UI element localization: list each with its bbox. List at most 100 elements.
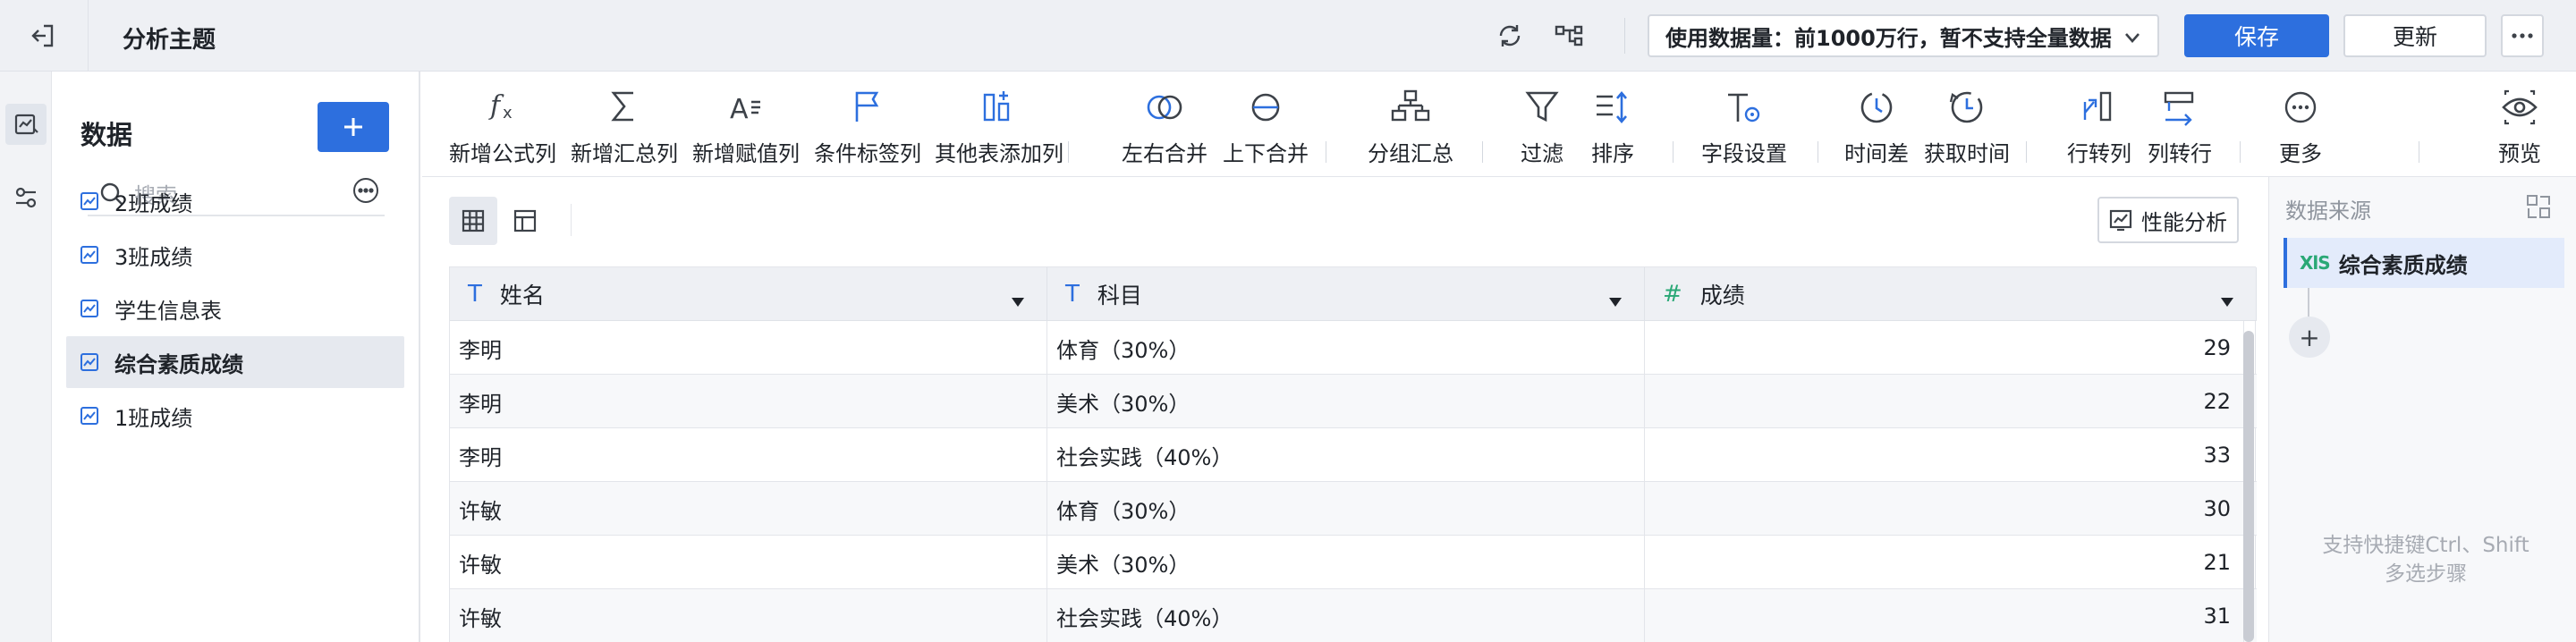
chevron-down-icon (2122, 27, 2143, 54)
column-header[interactable]: T 科目 (1047, 267, 1645, 321)
data-usage-select[interactable]: 使用数据量：前1000万行，暂不支持全量数据 (1648, 14, 2159, 57)
caret-down-icon[interactable] (2220, 287, 2234, 313)
top-bar: 分析主题 使用数据量：前1000万行，暂不支持全量数据 保存 更新 (0, 0, 2576, 72)
field-settings-icon (1721, 84, 1767, 131)
flag-icon (844, 84, 891, 131)
rail-data-tab[interactable] (5, 104, 47, 145)
tool-label: 新增赋值列 (692, 141, 800, 166)
chart-icon (2109, 208, 2132, 232)
tool-flag-button[interactable]: 条件标签列 (801, 84, 935, 173)
tool-preview-button[interactable]: 预览 (2453, 84, 2576, 173)
plus-icon (344, 118, 362, 136)
step-connector (2308, 288, 2309, 317)
operation-toolbar: f x 新增公式列 新增汇总列 A 新增赋值列 条件标签列 其他表添加列 左右合并 上下合并 分组汇… (422, 72, 2576, 177)
tool-more-button[interactable]: 更多 (2233, 84, 2368, 173)
tool-label: 新增公式列 (449, 141, 556, 166)
tool-col-to-row-button[interactable]: 列转行 (2113, 84, 2247, 173)
data-grid: T 姓名 T 科目 # 成绩 李明 体育（30%） 29 李明 美术（30%） 22 李明 社会实践（4… (449, 266, 2257, 642)
more-icon (2277, 84, 2324, 131)
page-title: 分析主题 (123, 27, 216, 54)
dataset-item-label: 综合素质成绩 (114, 351, 243, 377)
dataset-item-label: 2班成绩 (114, 190, 193, 216)
tool-label: 条件标签列 (814, 141, 921, 166)
panel-title: 数据 (80, 120, 133, 150)
caret-down-icon[interactable] (1011, 287, 1025, 313)
table-row[interactable]: 许敏 社会实践（40%） 31 (450, 589, 2257, 642)
toolbar-separator (2240, 141, 2241, 163)
column-header[interactable]: # 成绩 (1645, 267, 2257, 321)
add-data-button[interactable] (318, 102, 389, 152)
tool-formula-button[interactable]: f x 新增公式列 (436, 84, 570, 173)
merge-tb-icon (1242, 84, 1289, 131)
table-row[interactable]: 李明 美术（30%） 22 (450, 375, 2257, 428)
tool-label: 分组汇总 (1368, 141, 1453, 166)
more-options-button[interactable] (2501, 14, 2544, 57)
lineage-icon[interactable] (1551, 18, 1587, 54)
collapse-panel-icon[interactable] (2525, 193, 2552, 224)
tool-sum-button[interactable]: 新增汇总列 (557, 84, 691, 173)
rail-settings-tab[interactable] (5, 177, 47, 218)
refresh-icon[interactable] (1492, 18, 1528, 54)
tool-merge-tb-button[interactable]: 上下合并 (1199, 84, 1333, 173)
number-type-icon: # (1663, 281, 1682, 308)
caret-down-icon[interactable] (1608, 287, 1623, 313)
add-column-icon (976, 84, 1022, 131)
save-button[interactable]: 保存 (2184, 14, 2329, 57)
table-row[interactable]: 李明 社会实践（40%） 33 (450, 428, 2257, 482)
table-cell: 29 (1645, 321, 2244, 375)
data-source-panel: 数据来源 XlS 综合素质成绩 + 支持快捷键Ctrl、Shift 多选步骤 (2268, 177, 2576, 642)
sum-icon (601, 84, 648, 131)
tool-label: 其他表添加列 (935, 141, 1063, 166)
layout-view-button[interactable] (501, 197, 549, 245)
tool-assign-button[interactable]: A 新增赋值列 (679, 84, 813, 173)
dataset-item[interactable]: 学生信息表 (66, 283, 404, 334)
table-cell: 体育（30%） (1047, 321, 1645, 375)
exit-icon[interactable] (21, 16, 64, 55)
add-step-button[interactable]: + (2289, 317, 2330, 358)
table-row[interactable]: 李明 体育（30%） 29 (450, 321, 2257, 375)
grid-view-button[interactable] (449, 197, 497, 245)
dataset-item[interactable]: 3班成绩 (66, 229, 404, 281)
merge-lr-icon (1141, 84, 1188, 131)
dataset-item-label: 1班成绩 (114, 405, 193, 431)
dataset-item[interactable]: 1班成绩 (66, 390, 404, 442)
data-source-name: 综合素质成绩 (2338, 252, 2468, 278)
tool-label: 新增汇总列 (571, 141, 678, 166)
dataset-item[interactable]: 2班成绩 (66, 175, 404, 227)
preview-icon (2496, 84, 2543, 131)
tool-get-time-button[interactable]: 获取时间 (1900, 84, 2034, 173)
tool-sort-button[interactable]: 排序 (1546, 84, 1680, 173)
data-source-title: 数据来源 (2285, 199, 2371, 224)
table-cell: 美术（30%） (1047, 536, 1645, 589)
tool-label: 列转行 (2148, 141, 2212, 166)
header-separator (1624, 18, 1625, 54)
table-cell: 22 (1645, 375, 2244, 428)
col-to-row-icon (2157, 84, 2203, 131)
column-header-label: 成绩 (1699, 283, 1745, 308)
table-row[interactable]: 许敏 体育（30%） 30 (450, 482, 2257, 536)
table-cell: 体育（30%） (1047, 482, 1645, 536)
tool-group-button[interactable]: 分组汇总 (1343, 84, 1478, 173)
grid-scrollbar[interactable] (2243, 331, 2254, 642)
update-button[interactable]: 更新 (2343, 14, 2487, 57)
shortcut-hint-line1: 支持快捷键Ctrl、Shift (2322, 534, 2529, 557)
dataset-item[interactable]: 综合素质成绩 (66, 336, 404, 388)
table-row[interactable]: 许敏 美术（30%） 21 (450, 536, 2257, 589)
toolbar-separator (1068, 141, 1069, 163)
dataset-item-label: 学生信息表 (114, 298, 222, 324)
tool-label: 获取时间 (1924, 141, 2010, 166)
header-divider (88, 0, 89, 72)
group-icon (1387, 84, 1434, 131)
performance-analysis-button[interactable]: 性能分析 (2097, 197, 2239, 243)
shortcut-hint: 支持快捷键Ctrl、Shift 多选步骤 (2287, 531, 2564, 588)
switch-icon (15, 187, 37, 208)
column-header[interactable]: T 姓名 (450, 267, 1047, 321)
table-cell: 许敏 (450, 482, 1047, 536)
table-cell: 李明 (450, 321, 1047, 375)
tool-field-settings-button[interactable]: 字段设置 (1677, 84, 1811, 173)
tool-add-column-button[interactable]: 其他表添加列 (932, 84, 1066, 173)
performance-analysis-label: 性能分析 (2141, 209, 2227, 235)
view-separator (571, 204, 572, 236)
data-source-item[interactable]: XlS 综合素质成绩 (2284, 238, 2564, 288)
table-cell: 李明 (450, 428, 1047, 482)
